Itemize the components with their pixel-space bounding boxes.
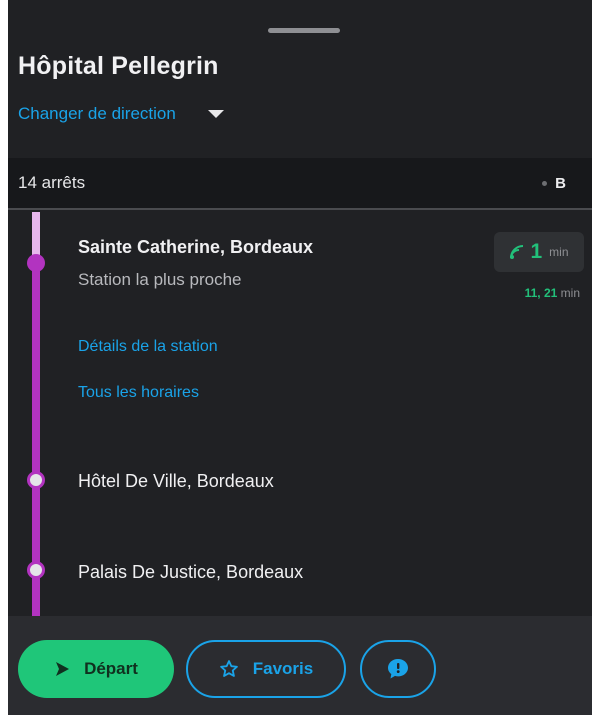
realtime-signal-icon: [510, 245, 524, 259]
stop-node: [27, 471, 45, 489]
stops-count: 14 arrêts: [18, 173, 86, 192]
next-departure-unit: min: [560, 286, 580, 300]
change-direction-label: Changer de direction: [18, 104, 176, 123]
route-line: [32, 212, 40, 616]
chevron-down-icon: [207, 110, 224, 118]
line-badge: B: [542, 175, 566, 192]
stop-node: [27, 561, 45, 579]
station-details-link[interactable]: Détails de la station: [78, 338, 218, 356]
current-stop-name[interactable]: Sainte Catherine, Bordeaux: [78, 237, 313, 258]
eta-value: 1: [530, 240, 543, 263]
favorites-label: Favoris: [252, 659, 314, 678]
current-stop-node: [27, 254, 45, 272]
change-direction-button[interactable]: Changer de direction: [18, 104, 224, 124]
favorites-button[interactable]: Favoris: [186, 640, 346, 698]
depart-label: Départ: [84, 659, 138, 678]
chat-bubble-icon: [388, 659, 408, 679]
play-arrow-icon: [56, 662, 70, 676]
stops-header: 14 arrêts B: [8, 158, 592, 210]
line-label: B: [555, 174, 566, 192]
stop-name[interactable]: Palais De Justice, Bordeaux: [78, 562, 303, 583]
bottom-sheet: Hôpital Pellegrin Changer de direction 1…: [8, 0, 592, 715]
action-bar: Départ Favoris: [8, 616, 592, 715]
eta-badge: 1 min: [494, 232, 584, 272]
eta-unit: min: [549, 245, 569, 259]
all-schedules-link[interactable]: Tous les horaires: [78, 384, 199, 402]
page-title: Hôpital Pellegrin: [18, 52, 219, 80]
line-dot-icon: [542, 180, 548, 186]
next-departures: 11, 21 min: [525, 286, 580, 300]
drag-handle[interactable]: [268, 28, 340, 33]
stop-name[interactable]: Hôtel De Ville, Bordeaux: [78, 471, 274, 492]
feedback-button[interactable]: [360, 640, 436, 698]
star-icon: [219, 660, 238, 677]
depart-button[interactable]: Départ: [18, 640, 174, 698]
next-departure-times: 11, 21: [524, 286, 558, 300]
current-stop-subtitle: Station la plus proche: [78, 270, 242, 289]
